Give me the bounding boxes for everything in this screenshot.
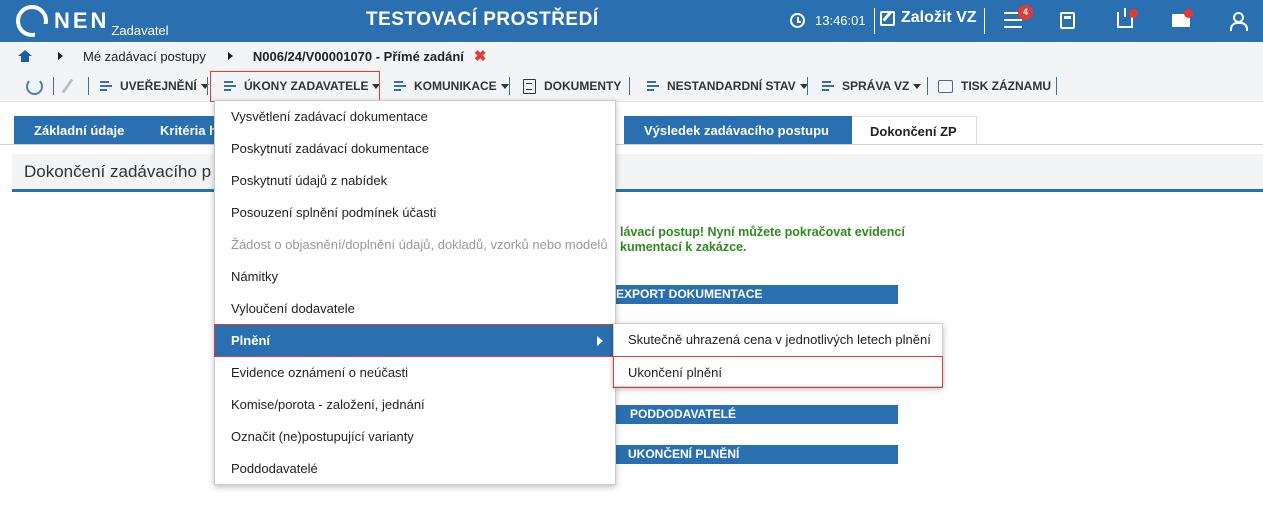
home-icon[interactable] bbox=[18, 50, 32, 62]
toolbar-nonstandard-label: NESTANDARDNÍ STAV bbox=[667, 79, 796, 93]
menu-item-supplier-exclusion[interactable]: Vyloučení dodavatele bbox=[215, 293, 615, 325]
divider bbox=[984, 8, 985, 34]
success-line-1: lávací postup! Nyní můžete pokračovat ev… bbox=[620, 225, 905, 239]
menu-item-committee[interactable]: Komise/porota - založení, jednání bbox=[215, 389, 615, 421]
divider bbox=[207, 77, 208, 95]
section-export-documentation[interactable]: EXPORT DOKUMENTACE bbox=[612, 285, 898, 304]
toolbar-documents-label: DOKUMENTY bbox=[544, 79, 622, 93]
page-heading: Dokončení zadávacího p bbox=[12, 154, 1263, 192]
logo-text: NEN bbox=[54, 8, 110, 33]
breadcrumb-my-procedures[interactable]: Mé zadávací postupy bbox=[83, 49, 206, 64]
logo-ring-icon bbox=[16, 5, 49, 38]
toolbar-nonstandard[interactable]: NESTANDARDNÍ STAV bbox=[647, 76, 808, 96]
toolbar-publish[interactable]: UVEŘEJNĚNÍ bbox=[100, 76, 209, 96]
printer-icon bbox=[938, 79, 953, 93]
menu-item-subcontractors[interactable]: Poddodavatelé bbox=[215, 453, 615, 485]
divider bbox=[509, 77, 510, 95]
menu-item-objections[interactable]: Námitky bbox=[215, 261, 615, 293]
tab-divider bbox=[0, 144, 1263, 145]
mail-alert-dot bbox=[1184, 9, 1193, 18]
list-icon bbox=[394, 80, 408, 92]
divider bbox=[629, 77, 630, 95]
inbox-alert-dot bbox=[1129, 9, 1138, 18]
document-icon bbox=[523, 78, 536, 94]
list-icon bbox=[822, 80, 836, 92]
top-bar: NEN Zadavatel TESTOVACÍ PROSTŘEDÍ 13:46:… bbox=[0, 0, 1263, 42]
toolbar-documents[interactable]: DOKUMENTY bbox=[523, 76, 621, 96]
list-icon bbox=[100, 80, 114, 92]
clock-icon bbox=[790, 13, 805, 28]
breadcrumb: Mé zadávací postupy N006/24/V00001070 - … bbox=[0, 42, 1263, 70]
logo-subtitle: Zadavatel bbox=[111, 23, 169, 38]
divider bbox=[88, 77, 89, 95]
environment-title: TESTOVACÍ PROSTŘEDÍ bbox=[366, 9, 599, 30]
toolbar-print-label: TISK ZÁZNAMU bbox=[961, 79, 1051, 93]
menu-item-tender-clarification[interactable]: Vysvětlení zadávací dokumentace bbox=[215, 101, 615, 133]
toolbar-communication[interactable]: KOMUNIKACE bbox=[394, 76, 509, 96]
toolbar-print[interactable]: TISK ZÁZNAMU bbox=[938, 76, 1051, 96]
menu-item-mark-variants[interactable]: Označit (ne)postupující varianty bbox=[215, 421, 615, 453]
chevron-right-icon bbox=[58, 52, 63, 60]
submenu-item-actual-price[interactable]: Skutečně uhrazená cena v jednotlivých le… bbox=[614, 324, 942, 356]
caret-down-icon bbox=[913, 83, 922, 89]
actions-dropdown-menu: Vysvětlení zadávací dokumentace Poskytnu… bbox=[214, 100, 616, 485]
menu-item-clarification-request: Žádost o objasnění/doplnění údajů, dokla… bbox=[231, 237, 608, 252]
toolbar-management-label: SPRÁVA VZ bbox=[842, 79, 910, 93]
menu-item-performance[interactable]: Plnění bbox=[214, 324, 616, 357]
menu-item-non-participation[interactable]: Evidence oznámení o neúčasti bbox=[215, 357, 615, 389]
create-vz-button[interactable]: Založit VZ bbox=[880, 9, 977, 27]
page-title: Dokončení zadávacího p bbox=[24, 162, 212, 181]
notification-badge: 4 bbox=[1018, 5, 1033, 20]
tab-basic-info[interactable]: Základní údaje bbox=[14, 116, 144, 145]
submenu-item-end-performance[interactable]: Ukončení plnění bbox=[613, 356, 943, 388]
user-icon[interactable] bbox=[1230, 12, 1248, 31]
actions-highlight bbox=[210, 71, 380, 102]
divider bbox=[1056, 77, 1057, 95]
section-completion-of-performance[interactable]: UKONČENÍ PLNĚNÍ bbox=[612, 445, 898, 464]
success-line-2: kumentací k zakázce. bbox=[620, 240, 747, 254]
calculator-icon[interactable] bbox=[1060, 12, 1075, 29]
toolbar-management[interactable]: SPRÁVA VZ bbox=[822, 76, 922, 96]
divider bbox=[927, 77, 928, 95]
divider bbox=[53, 77, 54, 95]
breadcrumb-current: N006/24/V00001070 - Přímé zadání bbox=[252, 48, 464, 64]
menu-item-provide-offer-data[interactable]: Poskytnutí údajů z nabídek bbox=[215, 165, 615, 197]
tab-procedure-result[interactable]: Výsledek zadávacího postupu bbox=[624, 116, 852, 145]
divider bbox=[807, 77, 808, 95]
refresh-icon[interactable] bbox=[26, 78, 43, 95]
performance-submenu: Skutečně uhrazená cena v jednotlivých le… bbox=[613, 323, 943, 388]
session-time: 13:46:01 bbox=[815, 13, 866, 28]
menu-item-eligibility-assessment[interactable]: Posouzení splnění podmínek účasti bbox=[215, 197, 615, 229]
tab-completion[interactable]: Dokončení ZP bbox=[852, 116, 977, 145]
divider bbox=[874, 8, 875, 34]
chevron-right-icon bbox=[227, 52, 233, 60]
toolbar-communication-label: KOMUNIKACE bbox=[414, 79, 497, 93]
success-message: lávací postup! Nyní můžete pokračovat ev… bbox=[620, 225, 920, 255]
nen-logo[interactable]: NEN Zadavatel bbox=[16, 5, 169, 38]
caret-down-icon bbox=[500, 83, 509, 89]
list-icon bbox=[647, 80, 661, 92]
menu-item-provide-documentation[interactable]: Poskytnutí zadávací dokumentace bbox=[215, 133, 615, 165]
close-icon[interactable]: ✖ bbox=[474, 47, 487, 65]
chevron-right-icon bbox=[597, 336, 603, 346]
toolbar-publish-label: UVEŘEJNĚNÍ bbox=[120, 79, 197, 93]
create-vz-label: Založit VZ bbox=[901, 9, 977, 26]
menu-item-performance-label: Plnění bbox=[231, 333, 271, 348]
section-subcontractors[interactable]: PODDODAVATELÉ bbox=[612, 405, 898, 424]
edit-icon bbox=[880, 10, 895, 26]
tab-criteria[interactable]: Kritéria h bbox=[142, 116, 222, 145]
